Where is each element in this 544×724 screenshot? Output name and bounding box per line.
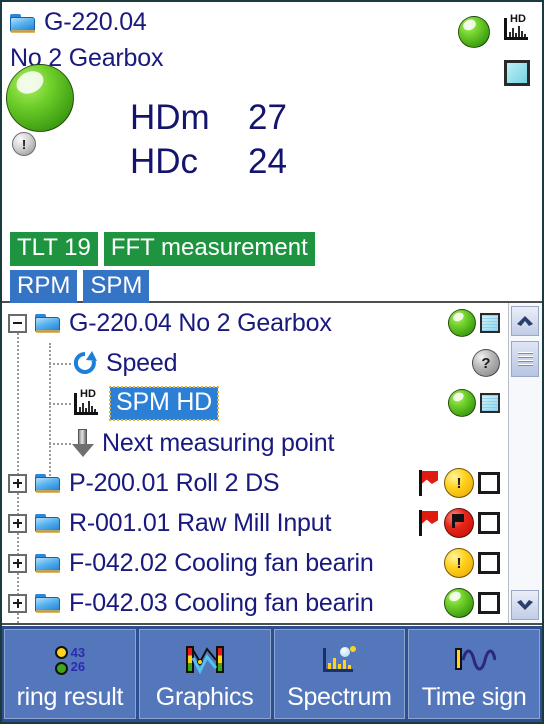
scroll-thumb[interactable] [511,341,539,377]
row-checkbox[interactable] [478,592,500,614]
tree-row-next-measuring-point[interactable]: Next measuring point [2,423,508,463]
toolbar-button-label: ring result [16,683,124,711]
toolbar-button-label: Graphics [155,683,254,711]
readout-value: 27 [248,98,287,137]
tree-row-status [444,588,500,618]
measuring-point-tree[interactable]: G-220.04 No 2 Gearbox Speed ? HD SPM HD … [2,303,508,623]
toolbar-button-label: Time sign [421,683,527,711]
row-checkbox[interactable] [478,512,500,534]
row-checkbox[interactable] [478,552,500,574]
tree-row-label: P-200.01 Roll 2 DS [69,468,280,497]
green-led-icon [444,588,474,618]
red-flag-icon [418,510,440,536]
collapse-expander-icon[interactable] [8,313,27,333]
scroll-up-button[interactable] [511,306,539,336]
hd-spectrum-icon: HD [502,14,532,42]
tree-scrollbar[interactable] [508,303,542,623]
tree-row-label: G-220.04 No 2 Gearbox [69,308,332,337]
tree-row-label: Speed [106,348,178,377]
toolbar-button-label: Spectrum [287,683,392,711]
graphics-button[interactable]: Graphics [138,629,271,719]
tree-panel: G-220.04 No 2 Gearbox Speed ? HD SPM HD … [2,303,542,625]
red-alarm-led-icon [444,508,474,538]
green-led-icon [448,389,476,417]
green-led-icon [448,309,476,337]
result-icon-number-top: 43 [70,645,86,661]
graphics-icon [185,640,225,680]
tree-row-roll-2-ds[interactable]: P-200.01 Roll 2 DS ! [2,463,508,503]
hd-spectrum-icon: HD [72,389,102,417]
tree-row-status: ? [472,349,500,377]
row-checkbox[interactable] [478,472,500,494]
spectrum-icon [320,640,358,680]
folder-icon [35,473,61,493]
expand-expander-icon[interactable] [8,593,27,613]
tree-row-label: Next measuring point [102,428,335,457]
expand-expander-icon[interactable] [8,553,27,573]
tree-row-raw-mill-input[interactable]: R-001.01 Raw Mill Input [2,503,508,543]
badge-row-2: RPM SPM [10,270,315,304]
folder-icon [35,313,61,333]
tree-row-gearbox[interactable]: G-220.04 No 2 Gearbox [2,303,508,343]
tree-row-status [418,508,500,538]
folder-icon [35,593,61,613]
readout-label: HDm [130,98,210,137]
status-badges: TLT 19 FFT measurement RPM SPM [10,232,315,304]
spectrum-button[interactable]: Spectrum [273,629,406,719]
header-panel: G-220.04 No 2 Gearbox HD ⚑ ! [2,2,542,304]
tree-row-status: ! [444,548,500,578]
header-right-icons: HD [450,10,536,86]
result-icon-number-bottom: 26 [70,659,86,674]
tree-row-spm-hd[interactable]: HD SPM HD [2,383,508,423]
folder-icon [35,553,61,573]
time-signal-icon [452,640,497,680]
readout-value: 24 [248,142,287,181]
measurement-readouts: HDm 27 HDc 24 [130,98,287,186]
tree-row-cooling-fan-02[interactable]: F-042.02 Cooling fan bearin ! [2,543,508,583]
measuring-result-button[interactable]: 43 26 ring result [4,629,136,719]
page-title: G-220.04 [44,8,147,36]
red-flag-icon [418,470,440,496]
tree-row-label: F-042.03 Cooling fan bearin [69,588,374,617]
header-title-line-1: G-220.04 [10,8,147,37]
bottom-toolbar: 43 26 ring result Graphics Spectrum Time… [2,626,542,722]
gray-question-led-icon: ? [472,349,500,377]
time-signal-button[interactable]: Time sign [408,629,540,719]
readout-row: HDc 24 [130,142,287,186]
cyan-square-icon [480,313,500,333]
tree-row-cooling-fan-03[interactable]: F-042.03 Cooling fan bearin [2,583,508,623]
tree-row-label: R-001.01 Raw Mill Input [69,508,332,537]
badge-row-1: TLT 19 FFT measurement [10,232,315,266]
chevron-down-icon [517,600,533,610]
measuring-result-icon: 43 26 [54,640,86,680]
green-led-icon [458,16,490,48]
tree-row-status [448,309,500,337]
status-badge: RPM [10,270,78,304]
readout-label: HDc [130,142,199,181]
tree-row-status: ! [418,468,500,498]
tree-row-label: SPM HD [108,385,220,421]
folder-icon [35,513,61,533]
down-arrow-icon [72,429,94,457]
folder-icon [10,13,36,33]
yellow-warning-led-icon: ! [444,548,474,578]
status-badge: FFT measurement [103,232,315,266]
tree-row-label: F-042.02 Cooling fan bearin [69,548,374,577]
chevron-up-icon [517,316,533,326]
tree-row-speed[interactable]: Speed ? [2,343,508,383]
expand-expander-icon[interactable] [8,473,27,493]
overall-status-led-icon [6,64,74,132]
device-screen: G-220.04 No 2 Gearbox HD ⚑ ! [0,0,544,724]
status-badge: TLT 19 [10,232,98,266]
status-badge: SPM [83,270,150,304]
exclamation-badge-icon: ! [12,132,36,156]
cyan-square-icon [504,60,530,86]
expand-expander-icon[interactable] [8,513,27,533]
scroll-down-button[interactable] [511,590,539,620]
tree-row-status [448,389,500,417]
readout-row: HDm 27 [130,98,287,142]
yellow-warning-led-icon: ! [444,468,474,498]
speed-refresh-icon [72,350,98,376]
cyan-square-icon [480,393,500,413]
